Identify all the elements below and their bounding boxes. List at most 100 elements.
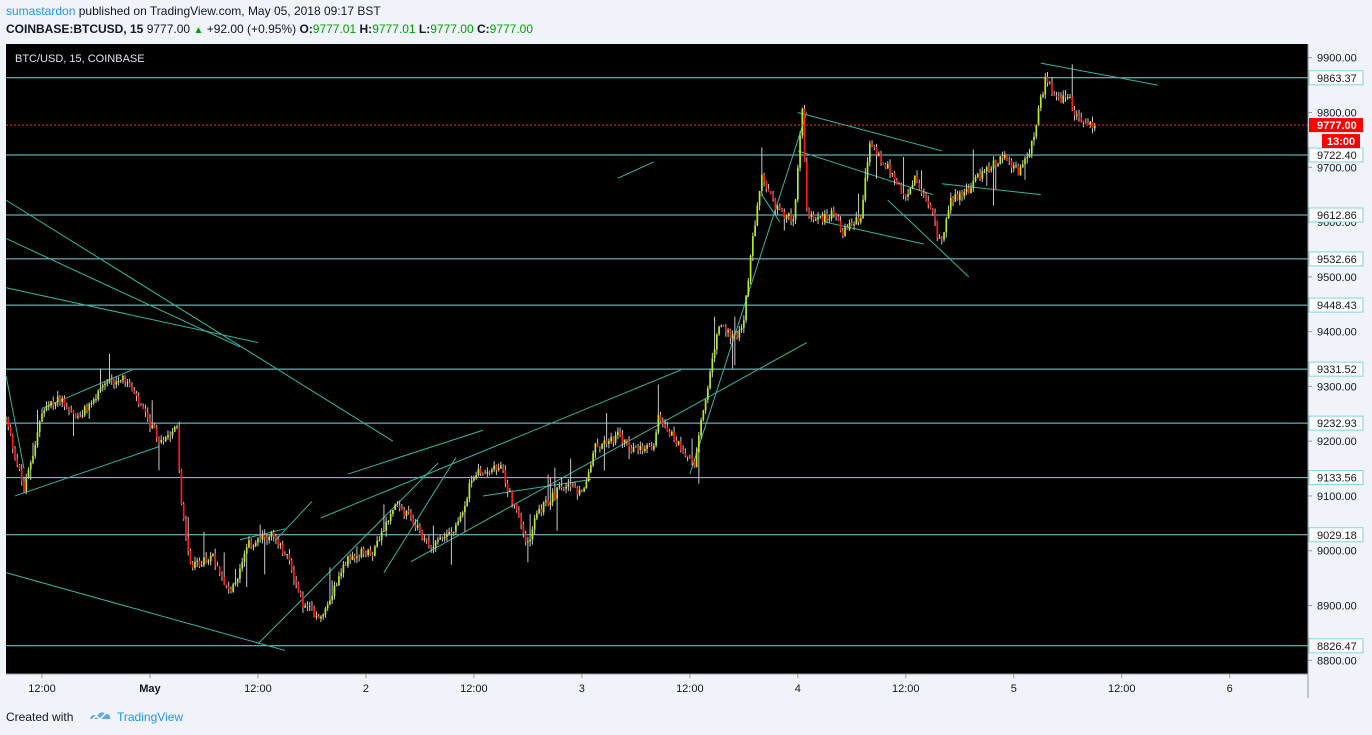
candle-body bbox=[747, 280, 750, 296]
candle-body bbox=[868, 143, 871, 163]
candle-body bbox=[805, 161, 808, 209]
candle-body bbox=[808, 208, 810, 218]
candle-body bbox=[185, 519, 187, 539]
candle-body bbox=[704, 399, 707, 411]
candle-body bbox=[286, 554, 289, 556]
candle-body bbox=[88, 403, 91, 411]
candle-body bbox=[315, 615, 318, 617]
candle-body bbox=[468, 483, 471, 499]
plot-area[interactable] bbox=[6, 44, 1308, 674]
time-tick-label: 4 bbox=[795, 683, 801, 695]
candle-body bbox=[1019, 167, 1022, 176]
candle-body bbox=[578, 489, 581, 495]
level-tag-label: 9232.93 bbox=[1317, 418, 1357, 430]
candle-body bbox=[32, 455, 34, 463]
candle-body bbox=[92, 399, 95, 403]
candle-body bbox=[706, 388, 709, 400]
candle-body bbox=[394, 504, 397, 511]
candle-body bbox=[20, 469, 23, 482]
candle-body bbox=[1071, 96, 1074, 110]
level-tag-label: 9532.66 bbox=[1317, 254, 1357, 266]
candle-body bbox=[920, 189, 923, 194]
candle-body bbox=[353, 555, 356, 559]
candle-body bbox=[1055, 95, 1058, 97]
candle-body bbox=[191, 563, 194, 568]
candle-body bbox=[662, 421, 664, 425]
price-tick-label: 9400.00 bbox=[1317, 327, 1357, 339]
candle-body bbox=[158, 437, 160, 443]
candle-body bbox=[110, 379, 113, 381]
candle-body bbox=[344, 564, 347, 566]
candle-body bbox=[531, 529, 534, 540]
price-chart[interactable]: 8800.00 8900.00 9000.00 9100.00 9200.00 9300.… bbox=[0, 42, 1372, 699]
candle-body bbox=[709, 372, 711, 389]
candle-body bbox=[691, 456, 693, 461]
candle-body bbox=[1051, 82, 1053, 94]
candle-body bbox=[814, 219, 817, 221]
candle-body bbox=[167, 435, 169, 438]
candle-body bbox=[958, 192, 961, 200]
candle-body bbox=[437, 539, 439, 542]
candle-body bbox=[653, 445, 655, 450]
candle-body bbox=[659, 414, 662, 422]
candle-body bbox=[259, 538, 262, 540]
candle-body bbox=[945, 218, 948, 233]
candle-body bbox=[1010, 160, 1013, 169]
candle-body bbox=[554, 492, 556, 499]
candle-body bbox=[749, 255, 752, 281]
candle-body bbox=[126, 382, 129, 384]
candle-body bbox=[160, 439, 163, 443]
candle-body bbox=[443, 536, 446, 539]
candle-body bbox=[742, 320, 745, 328]
candle-body bbox=[61, 398, 64, 403]
candle-body bbox=[281, 543, 284, 554]
price-tick-label: 9500.00 bbox=[1317, 272, 1357, 284]
candle-body bbox=[850, 222, 853, 226]
candle-body bbox=[1008, 160, 1011, 162]
candle-body bbox=[783, 211, 786, 219]
candle-body bbox=[155, 428, 158, 438]
level-tag-label: 9331.52 bbox=[1317, 364, 1357, 376]
candle-body bbox=[446, 534, 448, 537]
candle-body bbox=[378, 540, 381, 542]
candle-body bbox=[234, 582, 237, 585]
candle-body bbox=[230, 588, 232, 592]
candle-body bbox=[985, 167, 988, 172]
time-tick-label: 3 bbox=[579, 683, 585, 695]
candle-body bbox=[448, 532, 450, 535]
price-tick-label: 9700.00 bbox=[1317, 162, 1357, 174]
candle-body bbox=[684, 453, 687, 456]
tradingview-logo-icon[interactable] bbox=[88, 708, 112, 724]
candle-body bbox=[277, 538, 280, 545]
candle-body bbox=[1048, 82, 1051, 84]
candle-body bbox=[45, 406, 48, 411]
candle-body bbox=[207, 561, 210, 563]
candle-body bbox=[223, 576, 226, 586]
published-text: published on TradingView.com, May 05, 20… bbox=[78, 4, 381, 18]
candle-body bbox=[974, 177, 977, 181]
candle-body bbox=[455, 524, 457, 532]
open-value: 9777.01 bbox=[312, 22, 357, 36]
candle-body bbox=[774, 198, 777, 210]
candle-body bbox=[1062, 95, 1065, 103]
candle-body bbox=[916, 175, 918, 183]
candle-body bbox=[362, 549, 365, 554]
candle-body bbox=[938, 237, 941, 239]
candle-body bbox=[538, 508, 540, 514]
publish-info: sumastardon published on TradingView.com… bbox=[6, 4, 381, 18]
candle-body bbox=[482, 473, 484, 475]
candle-body bbox=[1078, 115, 1080, 118]
candle-body bbox=[745, 295, 747, 321]
candle-body bbox=[491, 469, 493, 472]
tradingview-brand[interactable]: TradingView bbox=[117, 710, 183, 724]
candle-body bbox=[421, 530, 423, 540]
candle-body bbox=[403, 509, 406, 517]
author-link[interactable]: sumastardon bbox=[6, 4, 75, 18]
candle-body bbox=[646, 445, 648, 449]
candle-body bbox=[272, 532, 275, 537]
low-label: L: bbox=[418, 22, 431, 36]
candle-body bbox=[677, 441, 680, 445]
candle-body bbox=[931, 209, 934, 213]
candle-body bbox=[918, 182, 921, 190]
candle-body bbox=[189, 550, 192, 564]
